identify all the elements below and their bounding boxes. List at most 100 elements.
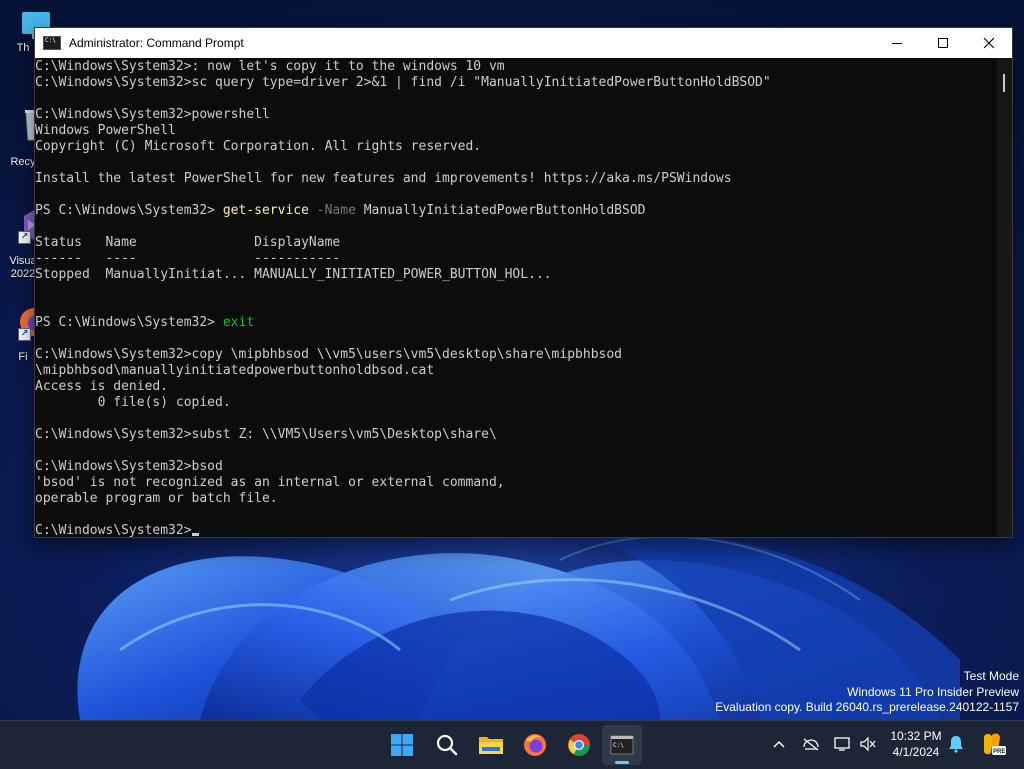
scrollbar-thumb[interactable]	[1003, 74, 1005, 92]
shortcut-arrow-icon: ↗	[18, 231, 31, 244]
bell-icon	[949, 736, 963, 753]
clock-date: 4/1/2024	[892, 745, 940, 759]
terminal-text: 0 file(s) copied.	[35, 395, 231, 410]
terminal-line: PS C:\Windows\System32> exit	[35, 315, 997, 331]
terminal-line: operable program or batch file.	[35, 491, 997, 507]
terminal-text: Windows PowerShell	[35, 123, 176, 138]
terminal-text: C:\Windows\System32>subst Z: \\VM5\Users…	[35, 427, 497, 442]
show-hidden-icons-button[interactable]	[769, 734, 789, 754]
terminal-text: Access is denied.	[35, 379, 169, 394]
firefox-button[interactable]	[515, 725, 555, 765]
terminal-line: Access is denied.	[35, 379, 997, 395]
notifications-button[interactable]	[946, 734, 966, 754]
terminal-line: C:\Windows\System32>subst Z: \\VM5\Users…	[35, 427, 997, 443]
terminal-line: Windows PowerShell	[35, 123, 997, 139]
terminal-text: Install the latest PowerShell for new fe…	[35, 171, 732, 186]
command-prompt-window[interactable]: Administrator: Command Prompt C:\Windows…	[34, 27, 1013, 538]
display-button[interactable]	[833, 734, 853, 754]
volume-icon	[860, 736, 876, 752]
close-icon	[983, 37, 995, 49]
start-icon	[391, 734, 413, 756]
copilot-pre-badge: PRE	[993, 749, 1006, 755]
minimize-button[interactable]	[874, 28, 920, 58]
vertical-scrollbar[interactable]	[997, 58, 1012, 537]
terminal-text: C:\Windows\System32>	[35, 523, 192, 537]
command-prompt-icon	[43, 36, 61, 50]
terminal-text: Copyright (C) Microsoft Corporation. All…	[35, 139, 482, 154]
terminal-line: \mipbhbsod\manuallyinitiatedpowerbuttonh…	[35, 363, 997, 379]
terminal-line: ------ ---- -----------	[35, 251, 997, 267]
maximize-icon	[938, 38, 948, 48]
copilot-button[interactable]: PRE	[980, 733, 1006, 755]
chrome-button[interactable]	[559, 725, 599, 765]
terminal-text: PS C:\Windows\System32>	[35, 315, 223, 330]
terminal-text: C:\Windows\System32>copy \mipbhbsod \\vm…	[35, 347, 622, 362]
terminal-text: PS C:\Windows\System32>	[35, 203, 223, 218]
terminal-line: C:\Windows\System32>bsod	[35, 459, 997, 475]
window-title: Administrator: Command Prompt	[69, 36, 244, 50]
terminal-line: Stopped ManuallyInitiat... MANUALLY_INIT…	[35, 267, 997, 283]
watermark-line-3: Evaluation copy. Build 26040.rs_prerelea…	[715, 700, 1019, 714]
terminal-text: ------ ---- -----------	[35, 251, 341, 266]
terminal-text: ManuallyInitiatedPowerButtonHoldBSOD	[355, 203, 646, 218]
terminal-icon: C:\	[610, 735, 634, 755]
terminal-line: C:\Windows\System32>sc query type=driver…	[35, 75, 997, 91]
terminal-line: 'bsod' is not recognized as an internal …	[35, 475, 997, 491]
shortcut-arrow-icon: ↗	[18, 328, 31, 341]
watermark-line-2: Windows 11 Pro Insider Preview	[847, 684, 1019, 699]
terminal-button[interactable]: C:\	[602, 725, 642, 765]
minimize-icon	[892, 43, 902, 44]
terminal-line: C:\Windows\System32>copy \mipbhbsod \\vm…	[35, 347, 997, 363]
chrome-icon	[568, 734, 590, 756]
terminal-line: C:\Windows\System32>: now let's copy it …	[35, 59, 997, 75]
terminal-text: \mipbhbsod\manuallyinitiatedpowerbuttonh…	[35, 363, 435, 378]
terminal-text: C:\Windows\System32>powershell	[35, 107, 270, 122]
close-button[interactable]	[966, 28, 1012, 58]
terminal-text: exit	[222, 315, 255, 330]
file-explorer-button[interactable]	[471, 725, 511, 765]
terminal-text: Status Name DisplayName	[35, 235, 341, 250]
text-cursor	[191, 533, 199, 536]
svg-text:C:\: C:\	[613, 742, 624, 749]
terminal-text: C:\Windows\System32>bsod	[35, 459, 223, 474]
terminal-output[interactable]: C:\Windows\System32>: now let's copy it …	[35, 58, 997, 537]
taskbar: C:\ 10:32 PM 4/1/2024 PRE	[0, 720, 1024, 769]
taskbar-clock[interactable]: 10:32 PM 4/1/2024	[884, 728, 948, 760]
start-button[interactable]	[382, 725, 422, 765]
network-button[interactable]	[801, 734, 821, 754]
active-app-indicator	[615, 761, 629, 764]
terminal-text: C:\Windows\System32>sc query type=driver…	[35, 75, 771, 90]
terminal-line: 0 file(s) copied.	[35, 395, 997, 411]
watermark-line-1: Test Mode	[963, 669, 1019, 683]
terminal-line: C:\Windows\System32>	[35, 523, 997, 537]
terminal-text: operable program or batch file.	[35, 491, 278, 506]
clock-time: 10:32 PM	[890, 729, 942, 743]
terminal-text: get-service	[222, 203, 309, 218]
file-explorer-icon	[479, 737, 503, 754]
terminal-line: Install the latest PowerShell for new fe…	[35, 171, 997, 187]
volume-button[interactable]	[858, 734, 878, 754]
window-titlebar[interactable]: Administrator: Command Prompt	[35, 28, 1012, 58]
terminal-line: Status Name DisplayName	[35, 235, 997, 251]
terminal-text: -Name	[308, 203, 356, 218]
terminal-text: C:\Windows\System32>: now let's copy it …	[35, 59, 505, 74]
terminal-text: 'bsod' is not recognized as an internal …	[35, 475, 505, 490]
terminal-text: Stopped ManuallyInitiat... MANUALLY_INIT…	[35, 267, 552, 282]
search-icon	[436, 734, 458, 756]
search-button[interactable]	[427, 725, 467, 765]
network-icon	[803, 738, 819, 751]
display-icon	[834, 737, 850, 751]
firefox-icon	[524, 734, 546, 756]
maximize-button[interactable]	[920, 28, 966, 58]
terminal-line: Copyright (C) Microsoft Corporation. All…	[35, 139, 997, 155]
